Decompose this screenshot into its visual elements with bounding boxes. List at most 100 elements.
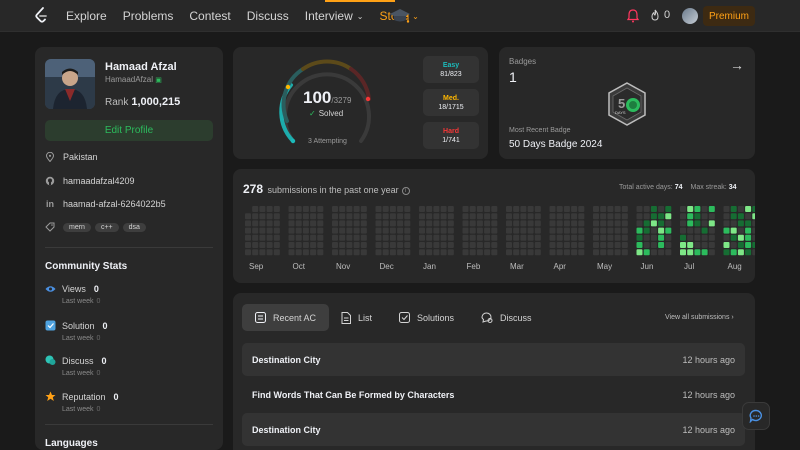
heatmap-cell[interactable] — [310, 206, 317, 212]
heatmap-cell[interactable] — [737, 227, 744, 234]
heatmap-cell[interactable] — [245, 220, 251, 227]
heatmap-cell[interactable] — [310, 234, 317, 241]
heatmap-cell[interactable] — [534, 227, 541, 234]
heatmap-cell[interactable] — [593, 213, 599, 220]
heatmap-cell[interactable] — [614, 242, 621, 248]
difficulty-easy[interactable]: Easy 81/823 — [423, 56, 479, 83]
heatmap-cell[interactable] — [513, 213, 520, 220]
heatmap-cell[interactable] — [665, 234, 672, 241]
heatmap-cell[interactable] — [339, 213, 346, 220]
heatmap-cell[interactable] — [433, 249, 440, 256]
heatmap-cell[interactable] — [600, 242, 607, 248]
heatmap-cell[interactable] — [266, 234, 273, 241]
heatmap-cell[interactable] — [332, 220, 338, 227]
heatmap-cell[interactable] — [563, 242, 570, 248]
heatmap-cell[interactable] — [600, 213, 607, 220]
heatmap-cell[interactable] — [708, 227, 715, 234]
heatmap-cell[interactable] — [440, 234, 447, 241]
heatmap-cell[interactable] — [680, 220, 686, 227]
heatmap-cell[interactable] — [476, 249, 483, 256]
heatmap-cell[interactable] — [737, 234, 744, 241]
heatmap-cell[interactable] — [549, 234, 556, 241]
heatmap-cell[interactable] — [506, 234, 512, 241]
tab-recent-ac[interactable]: Recent AC — [242, 304, 330, 331]
heatmap-cell[interactable] — [737, 220, 744, 227]
heatmap-cell[interactable] — [534, 220, 541, 227]
heatmap-cell[interactable] — [273, 242, 280, 248]
heatmap-cell[interactable] — [506, 213, 512, 220]
heatmap-cell[interactable] — [382, 227, 389, 234]
heatmap-cell[interactable] — [520, 242, 527, 248]
heatmap-cell[interactable] — [534, 234, 541, 241]
edit-profile-button[interactable]: Edit Profile — [45, 120, 213, 141]
heatmap-cell[interactable] — [687, 227, 694, 234]
nav-interview[interactable]: Interview ⌄ — [305, 9, 364, 23]
heatmap-cell[interactable] — [614, 220, 621, 227]
heatmap-cell[interactable] — [476, 234, 483, 241]
heatmap-cell[interactable] — [397, 220, 404, 227]
heatmap-cell[interactable] — [259, 213, 266, 220]
heatmap-cell[interactable] — [730, 220, 737, 227]
heatmap-cell[interactable] — [534, 242, 541, 248]
heatmap-cell[interactable] — [621, 242, 628, 248]
heatmap-cell[interactable] — [513, 220, 520, 227]
heatmap-cell[interactable] — [491, 249, 498, 256]
submission-row[interactable]: Destination City 12 hours ago — [242, 343, 745, 376]
heatmap-cell[interactable] — [360, 227, 367, 234]
heatmap-cell[interactable] — [447, 249, 454, 256]
heatmap-cell[interactable] — [491, 220, 498, 227]
heatmap-cell[interactable] — [353, 206, 360, 212]
heatmap-cell[interactable] — [302, 242, 309, 248]
heatmap-cell[interactable] — [295, 234, 302, 241]
heatmap-cell[interactable] — [520, 227, 527, 234]
heatmap-cell[interactable] — [404, 234, 411, 241]
heatmap-cell[interactable] — [708, 206, 715, 212]
heatmap-cell[interactable] — [752, 227, 755, 234]
heatmap-cell[interactable] — [332, 227, 338, 234]
heatmap-cell[interactable] — [447, 213, 454, 220]
graduation-cap-icon[interactable] — [388, 5, 412, 27]
heatmap-cell[interactable] — [723, 227, 730, 234]
heatmap-cell[interactable] — [563, 206, 570, 212]
heatmap-cell[interactable] — [339, 220, 346, 227]
heatmap-cell[interactable] — [375, 206, 382, 212]
heatmap-cell[interactable] — [440, 206, 447, 212]
heatmap-cell[interactable] — [288, 206, 295, 212]
heatmap-cell[interactable] — [259, 249, 266, 256]
heatmap-cell[interactable] — [752, 213, 755, 220]
heatmap-cell[interactable] — [288, 227, 295, 234]
heatmap-cell[interactable] — [527, 220, 534, 227]
heatmap-cell[interactable] — [302, 227, 309, 234]
heatmap-cell[interactable] — [745, 213, 752, 220]
heatmap-cell[interactable] — [273, 206, 280, 212]
heatmap-cell[interactable] — [310, 242, 317, 248]
heatmap-cell[interactable] — [665, 242, 672, 248]
heatmap-cell[interactable] — [302, 234, 309, 241]
heatmap-cell[interactable] — [491, 234, 498, 241]
heatmap-cell[interactable] — [353, 242, 360, 248]
heatmap-cell[interactable] — [571, 206, 578, 212]
heatmap-cell[interactable] — [701, 220, 708, 227]
heatmap-cell[interactable] — [745, 249, 752, 256]
heatmap-cell[interactable] — [556, 213, 563, 220]
heatmap-cell[interactable] — [469, 242, 476, 248]
heatmap-cell[interactable] — [534, 249, 541, 256]
heatmap-cell[interactable] — [389, 206, 396, 212]
heatmap-cell[interactable] — [339, 234, 346, 241]
heatmap-cell[interactable] — [665, 213, 672, 220]
heatmap-cell[interactable] — [419, 213, 425, 220]
heatmap-cell[interactable] — [752, 249, 755, 256]
heatmap-cell[interactable] — [288, 220, 295, 227]
heatmap-cell[interactable] — [295, 227, 302, 234]
heatmap-cell[interactable] — [382, 206, 389, 212]
heatmap-cell[interactable] — [658, 249, 665, 256]
heatmap-cell[interactable] — [469, 249, 476, 256]
heatmap-cell[interactable] — [433, 213, 440, 220]
premium-button[interactable]: Premium — [703, 6, 755, 26]
heatmap-cell[interactable] — [266, 242, 273, 248]
heatmap-cell[interactable] — [389, 249, 396, 256]
heatmap-cell[interactable] — [745, 242, 752, 248]
heatmap-cell[interactable] — [513, 242, 520, 248]
heatmap-cell[interactable] — [332, 213, 338, 220]
heatmap-cell[interactable] — [440, 227, 447, 234]
